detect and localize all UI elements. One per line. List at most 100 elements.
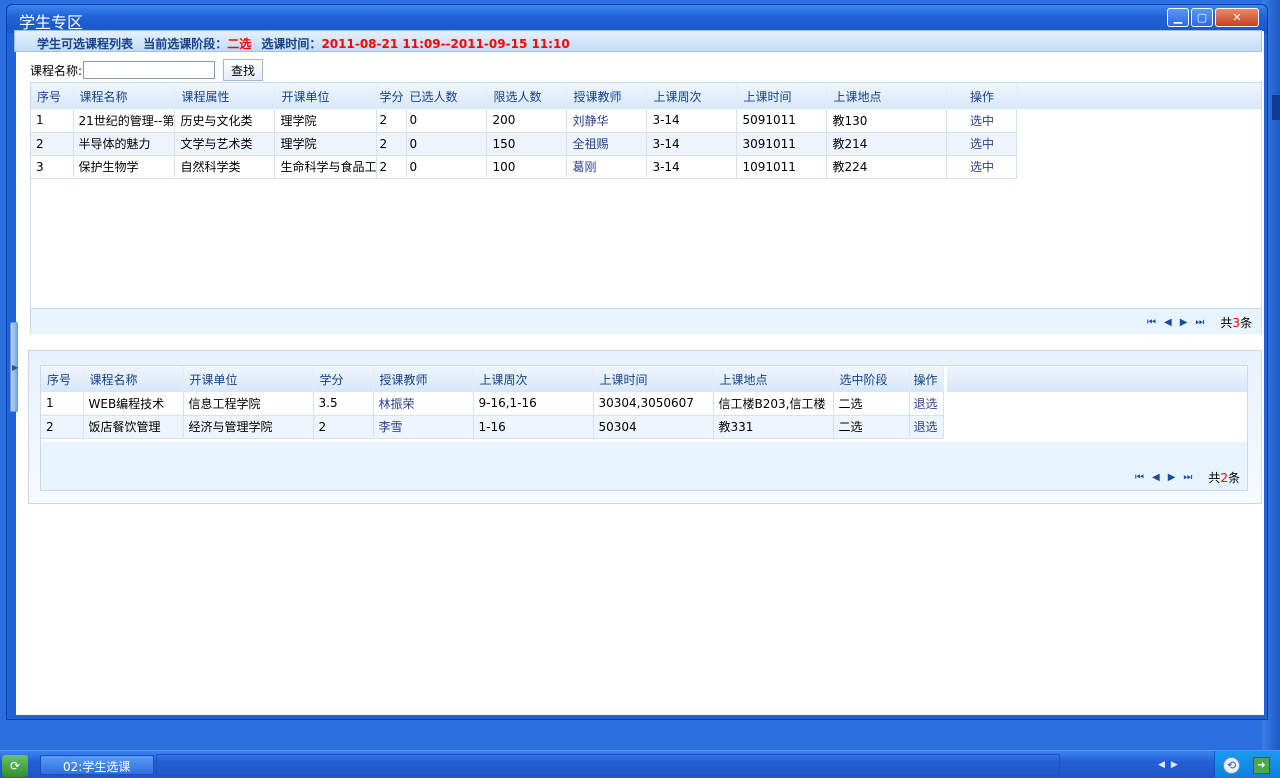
table-row[interactable]: 2 饭店餐饮管理 经济与管理学院 2 李雪 1-16 50304 教331 二选… [41, 415, 944, 439]
chevron-right-icon: ▶ [12, 363, 19, 372]
course-name-input[interactable] [83, 61, 216, 79]
table-cell: 生命科学与食品工 [274, 155, 378, 179]
column-header[interactable]: 序号 [31, 83, 74, 109]
title-bar[interactable]: 学生专区 ▁ ▢ ✕ [7, 5, 1267, 33]
table-row[interactable]: 2 半导体的魅力 文学与艺术类 理学院 2 0 150 全祖赐 3-14 309… [31, 132, 1018, 156]
minimize-button[interactable]: ▁ [1167, 8, 1189, 27]
column-header[interactable]: 课程名称 [83, 366, 184, 392]
table-cell: 3-14 [646, 132, 738, 156]
table-cell: 2 [313, 415, 374, 439]
tray-refresh-icon[interactable]: ⟲ [1223, 757, 1240, 774]
column-header[interactable]: 学分 [376, 83, 408, 109]
table-row[interactable]: 3 保护生物学 自然科学类 生命科学与食品工 2 0 100 葛刚 3-14 1… [31, 155, 1018, 179]
table-cell: 2 [31, 132, 74, 156]
column-header[interactable]: 已选人数 [406, 83, 488, 109]
prev-page-icon[interactable]: ◀ [1152, 472, 1160, 483]
table-cell: 3-14 [646, 155, 738, 179]
column-header[interactable]: 限选人数 [486, 83, 568, 109]
column-header[interactable]: 开课单位 [183, 366, 314, 392]
selected-courses-table: 序号 课程名称 开课单位 学分 授课教师 上课周次 上课时间 上课地点 选中阶段… [41, 366, 944, 439]
taskbar-item-student-course[interactable]: 02:学生选课 [40, 755, 154, 775]
column-header[interactable]: 学分 [313, 366, 374, 392]
total-count: 共2条 [1208, 469, 1240, 486]
pager-bar [41, 442, 1247, 490]
teacher-link[interactable]: 林振荣 [373, 392, 474, 416]
column-header[interactable]: 操作 [946, 83, 1018, 109]
table-cell: 0 [406, 109, 488, 133]
table-header-row: 序号 课程名称 课程属性 开课单位 学分 已选人数 限选人数 授课教师 上课周次… [31, 83, 1018, 109]
course-name-label: 课程名称: [30, 63, 83, 78]
window-controls: ▁ ▢ ✕ [1167, 8, 1259, 27]
teacher-link[interactable]: 李雪 [373, 415, 474, 439]
desktop-edge-marker [1272, 95, 1280, 120]
first-page-icon[interactable]: ⏮ [1147, 317, 1156, 328]
table-cell: 历史与文化类 [174, 109, 276, 133]
table-cell: 1 [41, 392, 84, 416]
stage-value: 二选 [227, 37, 252, 51]
column-header[interactable]: 选中阶段 [833, 366, 910, 392]
table-cell: 9-16,1-16 [473, 392, 594, 416]
table-cell: 3.5 [313, 392, 374, 416]
table-cell: 教130 [826, 109, 948, 133]
pager-bar [31, 308, 1261, 334]
table-cell: 2 [376, 155, 408, 179]
table-cell: 2 [376, 132, 408, 156]
drop-course-link[interactable]: 退选 [909, 392, 944, 416]
close-button[interactable]: ✕ [1215, 8, 1259, 27]
column-header[interactable]: 上课时间 [593, 366, 714, 392]
maximize-button[interactable]: ▢ [1191, 8, 1213, 27]
column-header[interactable]: 上课时间 [736, 83, 828, 109]
first-page-icon[interactable]: ⏮ [1135, 472, 1144, 483]
table-cell: 教224 [826, 155, 948, 179]
search-row: 课程名称: 查找 [30, 59, 264, 81]
column-header[interactable]: 上课周次 [473, 366, 594, 392]
table-cell: 2 [376, 109, 408, 133]
total-count: 共3条 [1220, 314, 1252, 331]
column-header[interactable]: 上课周次 [646, 83, 738, 109]
column-header[interactable]: 操作 [909, 366, 944, 392]
teacher-link[interactable]: 葛刚 [566, 155, 648, 179]
table-cell: 200 [486, 109, 568, 133]
last-page-icon[interactable]: ⏭ [1195, 317, 1204, 328]
teacher-link[interactable]: 全祖赐 [566, 132, 648, 156]
select-course-link[interactable]: 选中 [946, 132, 1018, 156]
next-page-icon[interactable]: ▶ [1180, 317, 1188, 328]
table-row[interactable]: 1 21世纪的管理--第 历史与文化类 理学院 2 0 200 刘静华 3-14… [31, 109, 1018, 133]
taskbar: ⟳ 02:学生选课 ◀▶ ⟲ ➜ [0, 750, 1280, 778]
table-cell: 1091011 [736, 155, 828, 179]
table-header-row: 序号 课程名称 开课单位 学分 授课教师 上课周次 上课时间 上课地点 选中阶段… [41, 366, 944, 392]
table-cell: 0 [406, 132, 488, 156]
column-header[interactable]: 上课地点 [826, 83, 948, 109]
table-row[interactable]: 1 WEB编程技术 信息工程学院 3.5 林振荣 9-16,1-16 30304… [41, 392, 944, 416]
teacher-link[interactable]: 刘静华 [566, 109, 648, 133]
table-cell: 自然科学类 [174, 155, 276, 179]
prev-page-icon[interactable]: ◀ [1164, 317, 1172, 328]
column-header[interactable]: 序号 [41, 366, 84, 392]
start-icon[interactable]: ⟳ [2, 755, 28, 777]
panel-header: 学生可选课程列表 当前选课阶段：二选 选课时间：2011-08-21 11:09… [14, 30, 1262, 52]
pagination: ⏮ ◀ ▶ ⏭ 共2条 [1135, 469, 1240, 486]
table-cell: 理学院 [274, 109, 378, 133]
column-header[interactable]: 上课地点 [713, 366, 834, 392]
drop-course-link[interactable]: 退选 [909, 415, 944, 439]
taskbar-strip [156, 754, 1060, 776]
column-header[interactable]: 课程属性 [174, 83, 276, 109]
table-cell: 教331 [713, 415, 834, 439]
table-cell: 30304,3050607 [593, 392, 714, 416]
column-header[interactable]: 课程名称 [73, 83, 176, 109]
column-header[interactable]: 授课教师 [566, 83, 648, 109]
column-header[interactable]: 开课单位 [274, 83, 378, 109]
last-page-icon[interactable]: ⏭ [1183, 472, 1192, 483]
total-prefix: 共 [1220, 316, 1233, 330]
tray-scroll-arrows-icon[interactable]: ◀▶ [1158, 760, 1184, 770]
table-cell: 饭店餐饮管理 [83, 415, 184, 439]
column-header[interactable]: 授课教师 [373, 366, 474, 392]
select-course-link[interactable]: 选中 [946, 109, 1018, 133]
search-button[interactable]: 查找 [223, 59, 264, 81]
sidebar-toggle[interactable]: ▶ [10, 322, 18, 412]
time-value: 2011-08-21 11:09--2011-09-15 11:10 [321, 37, 570, 51]
tray-exit-icon[interactable]: ➜ [1253, 757, 1270, 774]
select-course-link[interactable]: 选中 [946, 155, 1018, 179]
next-page-icon[interactable]: ▶ [1168, 472, 1176, 483]
table-cell: 3-14 [646, 109, 738, 133]
